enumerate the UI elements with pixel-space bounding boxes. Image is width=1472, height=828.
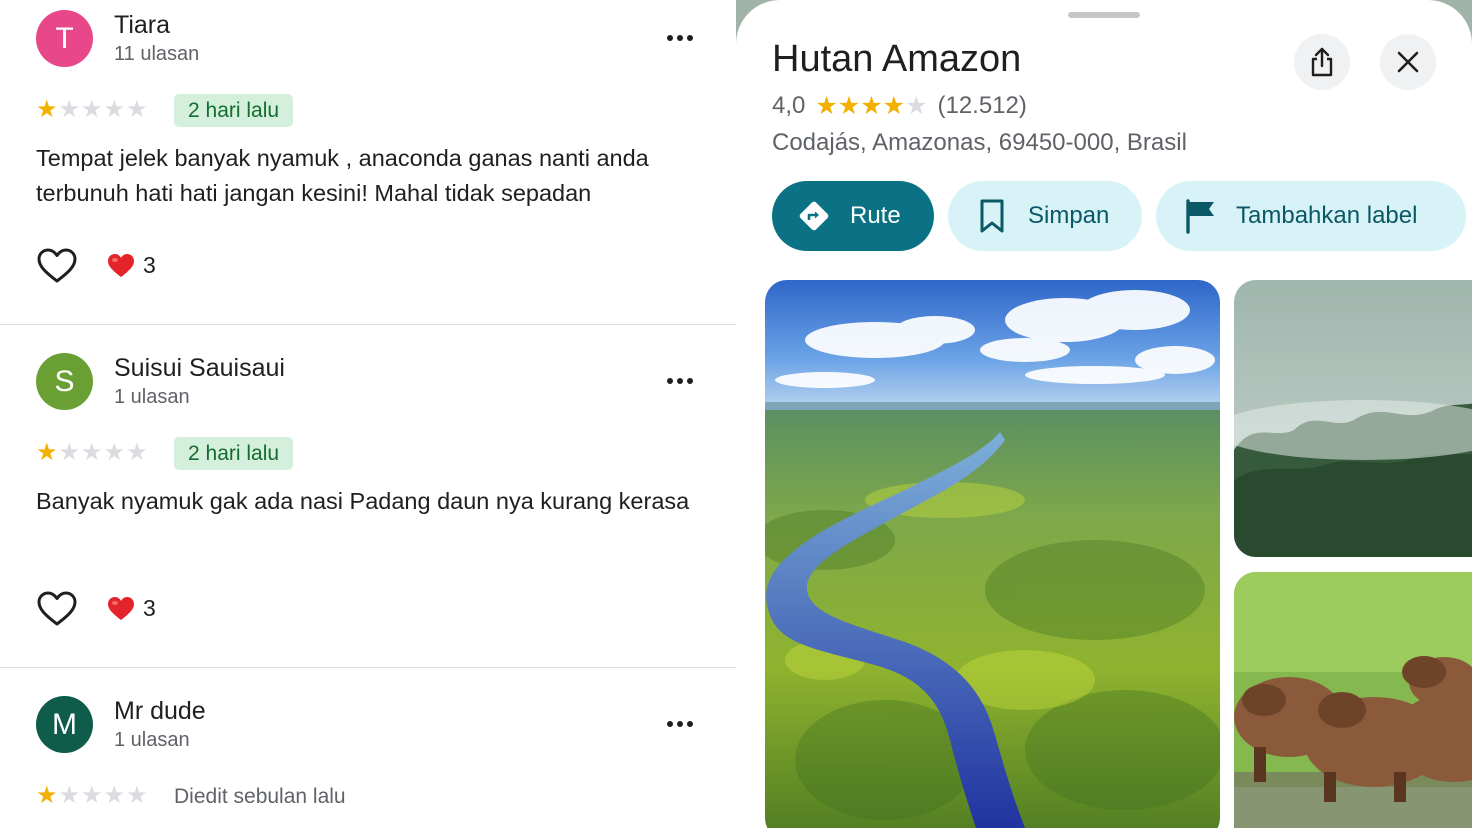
avatar[interactable]: M [36, 696, 93, 753]
avatar-letter: S [54, 364, 75, 398]
reviewer-review-count: 11 ulasan [114, 43, 200, 65]
drag-handle[interactable] [1068, 12, 1140, 18]
avatar[interactable]: T [36, 10, 93, 67]
reviewer-name[interactable]: Suisui Sauisaui [114, 354, 285, 383]
reaction-count: 3 [143, 252, 156, 278]
reaction-summary[interactable]: 3 [107, 252, 156, 279]
review-date: Diedit sebulan lalu [174, 785, 346, 808]
review-card: M Mr dude 1 ulasan ★ ★ ★ ★ ★ Diedit sebu… [0, 668, 736, 828]
reaction-count: 3 [143, 595, 156, 621]
review-date-badge: 2 hari lalu [174, 437, 294, 470]
photo-aerial-river[interactable] [765, 280, 1220, 828]
share-button[interactable] [1294, 34, 1350, 90]
star-empty-icon: ★ [905, 92, 928, 120]
place-address: Codajás, Amazonas, 69450-000, Brasil [772, 129, 1187, 156]
add-label-label: Tambahkan label [1236, 202, 1418, 229]
star-filled-icon: ★ [815, 92, 838, 120]
share-icon [1311, 47, 1333, 77]
star-empty-icon: ★ [58, 782, 81, 809]
bookmark-icon [974, 198, 1010, 234]
avatar[interactable]: S [36, 353, 93, 410]
place-title: Hutan Amazon [772, 38, 1022, 80]
star-filled-icon: ★ [860, 92, 883, 120]
star-empty-icon: ★ [81, 439, 103, 466]
star-empty-icon: ★ [81, 96, 103, 123]
like-heart-icon[interactable] [37, 248, 77, 284]
star-empty-icon: ★ [126, 96, 148, 123]
review-rating-stars: ★ ★ ★ ★ ★ [36, 440, 148, 466]
avatar-letter: M [52, 707, 77, 741]
review-text: Banyak nyamuk gak ada nasi Padang daun n… [36, 488, 690, 514]
photo-foggy-forest[interactable] [1234, 280, 1472, 557]
route-button[interactable]: Rute [772, 181, 934, 251]
review-rating-stars: ★ ★ ★ ★ ★ [36, 783, 148, 809]
rating-count: (12.512) [937, 92, 1027, 119]
star-filled-icon: ★ [882, 92, 906, 120]
save-button[interactable]: Simpan [948, 181, 1142, 251]
place-rating[interactable]: 4,0 ★ ★ ★ ★ ★ (12.512) [772, 92, 1027, 120]
star-empty-icon: ★ [126, 439, 148, 466]
review-text: Tempat jelek banyak nyamuk , anaconda ga… [36, 145, 649, 206]
star-filled-icon: ★ [36, 782, 58, 809]
star-empty-icon: ★ [103, 439, 126, 466]
star-empty-icon: ★ [103, 782, 126, 809]
star-filled-icon: ★ [36, 439, 58, 466]
save-label: Simpan [1028, 202, 1110, 229]
star-empty-icon: ★ [126, 782, 148, 809]
red-heart-icon [108, 596, 134, 620]
star-filled-icon: ★ [36, 96, 58, 123]
reviews-list: T Tiara 11 ulasan ★ ★ ★ ★ ★ 2 hari lalu … [0, 0, 736, 828]
star-empty-icon: ★ [58, 96, 81, 123]
review-rating-stars: ★ ★ ★ ★ ★ [36, 97, 148, 123]
place-sheet: Hutan Amazon 4,0 ★ ★ ★ ★ ★ (12.512) Coda… [736, 0, 1472, 828]
add-label-button[interactable]: Tambahkan label [1156, 181, 1466, 251]
star-empty-icon: ★ [81, 782, 103, 809]
review-date-badge: 2 hari lalu [174, 94, 294, 127]
more-options-icon[interactable] [660, 23, 700, 53]
reviewer-review-count: 1 ulasan [114, 386, 190, 408]
like-heart-icon[interactable] [37, 591, 77, 627]
reviewer-name[interactable]: Mr dude [114, 697, 206, 726]
star-empty-icon: ★ [58, 439, 81, 466]
avatar-letter: T [55, 21, 74, 55]
more-options-icon[interactable] [660, 709, 700, 739]
route-label: Rute [850, 202, 901, 229]
review-card: T Tiara 11 ulasan ★ ★ ★ ★ ★ 2 hari lalu … [0, 0, 736, 324]
rating-value: 4,0 [772, 92, 806, 119]
red-heart-icon [108, 253, 134, 277]
flag-icon [1182, 198, 1218, 234]
reaction-summary[interactable]: 3 [107, 595, 156, 622]
reviewer-name[interactable]: Tiara [114, 11, 170, 40]
place-rating-stars: ★ ★ ★ ★ ★ [815, 93, 927, 119]
review-card: S Suisui Sauisaui 1 ulasan ★ ★ ★ ★ ★ 2 h… [0, 325, 736, 667]
close-icon [1397, 51, 1419, 73]
directions-icon [796, 198, 832, 234]
more-options-icon[interactable] [660, 366, 700, 396]
star-empty-icon: ★ [103, 96, 126, 123]
star-filled-icon: ★ [837, 92, 861, 120]
close-button[interactable] [1380, 34, 1436, 90]
photo-capybaras[interactable] [1234, 572, 1472, 828]
reviewer-review-count: 1 ulasan [114, 729, 190, 751]
